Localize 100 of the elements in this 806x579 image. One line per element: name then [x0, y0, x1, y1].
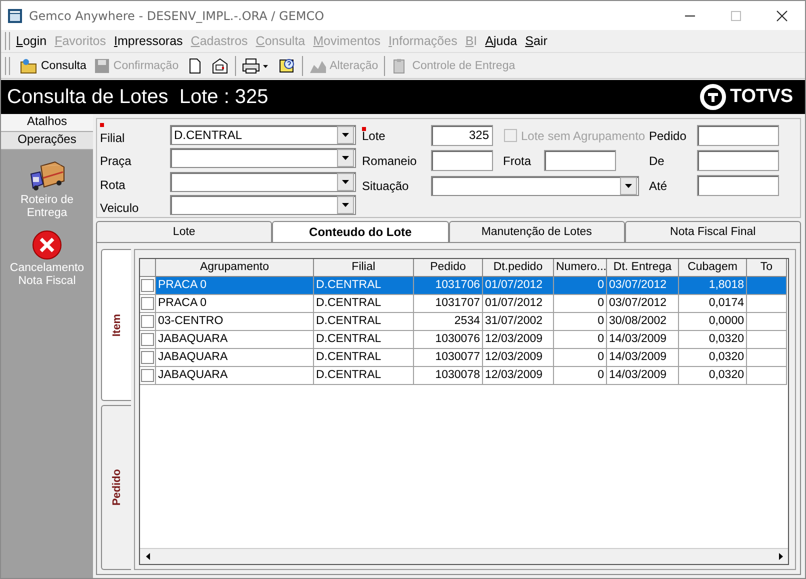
menu-item[interactable]: Impressoras [114, 34, 183, 48]
sidebar-tab[interactable]: Atalhos [1, 114, 93, 132]
table-cell: 12/03/2009 [483, 331, 554, 349]
checkbox[interactable] [141, 279, 154, 292]
column-header [140, 259, 156, 277]
field-label: Até [649, 178, 668, 192]
table-cell: JABAQUARA [156, 331, 314, 349]
dropdown-field[interactable] [170, 195, 356, 216]
table-cell: 0,0320 [679, 349, 747, 367]
field-label: Rota [100, 176, 126, 192]
column-header[interactable]: Dt.pedido [483, 259, 554, 277]
close-icon[interactable] [776, 10, 788, 22]
table-cell: 0 [554, 295, 607, 313]
table-cell: 30/08/2002 [607, 313, 679, 331]
table-cell: 03/07/2012 [607, 295, 679, 313]
checkbox[interactable] [141, 297, 154, 310]
input-field[interactable] [697, 125, 779, 146]
scroll-right-icon[interactable] [778, 553, 782, 560]
table-cell: 1031707 [414, 295, 483, 313]
table-cell: 01/07/2012 [483, 295, 554, 313]
scroll-left-icon[interactable] [146, 553, 150, 560]
caret-icon[interactable] [342, 180, 349, 184]
tab[interactable]: Manutenção de Lotes [448, 221, 625, 242]
table-cell: 14/03/2009 [607, 367, 679, 385]
table-cell [747, 367, 787, 385]
field-label: Filial [100, 124, 170, 145]
table-cell: D.CENTRAL [314, 277, 414, 295]
table-cell: 0,0320 [679, 331, 747, 349]
checkbox[interactable] [141, 369, 154, 382]
caret-icon[interactable] [342, 132, 349, 137]
table-cell: 0 [554, 313, 607, 331]
menu-item[interactable]: Ajuda [485, 34, 518, 48]
menu-item[interactable]: Login [16, 34, 47, 48]
page-title: Consulta de Lotes Lote : 325 [7, 86, 268, 108]
table-row[interactable]: PRACA 0 D.CENTRAL 1031706 01/07/2012 0 03/07/2012 1,8018 [140, 277, 788, 295]
table-cell: JABAQUARA [156, 349, 314, 367]
table-cell: 12/03/2009 [483, 367, 554, 385]
truck-icon[interactable] [29, 160, 65, 192]
field-label: Frota [503, 154, 532, 168]
tab[interactable]: Lote [96, 221, 272, 242]
table-cell: 0,0174 [679, 295, 747, 313]
tab[interactable]: Nota Fiscal Final [624, 221, 801, 242]
table-cell: 1,8018 [679, 277, 747, 295]
table-cell: 03-CENTRO [156, 313, 314, 331]
menu-item[interactable]: Sair [525, 34, 548, 48]
table-row[interactable]: JABAQUARA D.CENTRAL 1030076 12/03/2009 0 14/03/2009 0,0320 [140, 331, 788, 349]
sidebar-tab[interactable]: Operações [1, 132, 93, 150]
column-header[interactable]: Agrupamento [156, 259, 314, 277]
toolbar-button[interactable]: Consulta [16, 54, 90, 76]
column-header[interactable]: Filial [314, 259, 414, 277]
brand-name: TOTVS [730, 86, 793, 108]
column-header[interactable]: To [747, 259, 787, 277]
caret-icon[interactable] [342, 203, 349, 208]
app-icon [7, 8, 23, 24]
dropdown-field[interactable] [170, 148, 356, 168]
table-cell [747, 277, 787, 295]
table-row[interactable]: PRACA 0 D.CENTRAL 1031707 01/07/2012 0 03/07/2012 0,0174 [140, 295, 788, 313]
window-title: Gemco Anywhere - DESENV_IMPL.-.ORA / GEMCO [29, 8, 324, 22]
dropdown-field[interactable] [170, 172, 356, 192]
folder-icon [20, 58, 38, 74]
cancel-icon[interactable] [32, 230, 62, 260]
table-cell: 14/03/2009 [607, 349, 679, 367]
caret-icon[interactable] [342, 156, 349, 160]
column-header[interactable]: Cubagem [679, 259, 747, 277]
input-field[interactable] [431, 150, 493, 171]
input-field[interactable] [697, 175, 779, 196]
checkbox[interactable] [141, 315, 154, 328]
column-header[interactable]: Pedido [414, 259, 483, 277]
brand-logo-icon [700, 84, 726, 110]
table-cell: 0 [554, 331, 607, 349]
table-cell: 1030076 [414, 331, 483, 349]
table-cell [747, 349, 787, 367]
table-row[interactable]: JABAQUARA D.CENTRAL 1030077 12/03/2009 0 14/03/2009 0,0320 [140, 349, 788, 367]
side-tab[interactable]: Pedido [101, 405, 131, 570]
side-tab[interactable]: Item [101, 249, 131, 401]
field-label: Praça [100, 153, 132, 168]
table-cell: 1030078 [414, 367, 483, 385]
input-field[interactable]: 325 [431, 125, 493, 146]
field-label: De [649, 154, 666, 168]
column-header[interactable]: Numero... [554, 259, 607, 277]
table-cell: 12/03/2009 [483, 349, 554, 367]
field-label: Veiculo [100, 200, 140, 216]
checkbox[interactable] [141, 351, 154, 364]
dropdown-field[interactable] [431, 176, 639, 196]
dropdown-field[interactable]: D.CENTRAL [170, 124, 356, 145]
input-field[interactable] [544, 150, 616, 171]
table-row[interactable]: JABAQUARA D.CENTRAL 1030078 12/03/2009 0 14/03/2009 0,0320 [140, 367, 788, 385]
tab[interactable]: Conteudo do Lote [272, 221, 448, 242]
table-cell: 31/07/2002 [483, 313, 554, 331]
checkbox[interactable] [141, 333, 154, 346]
table-cell: 1030077 [414, 349, 483, 367]
table-row[interactable]: 03-CENTRO D.CENTRAL 2534 31/07/2002 0 30/08/2002 0,0000 [140, 313, 788, 331]
horizontal-scrollbar[interactable] [140, 548, 788, 564]
caret-icon[interactable] [625, 184, 632, 188]
save-icon [94, 58, 110, 74]
column-header[interactable]: Dt. Entrega [607, 259, 679, 277]
table-cell [747, 295, 787, 313]
table-cell: D.CENTRAL [314, 295, 414, 313]
table-cell: 03/07/2012 [607, 277, 679, 295]
input-field[interactable] [697, 150, 779, 171]
